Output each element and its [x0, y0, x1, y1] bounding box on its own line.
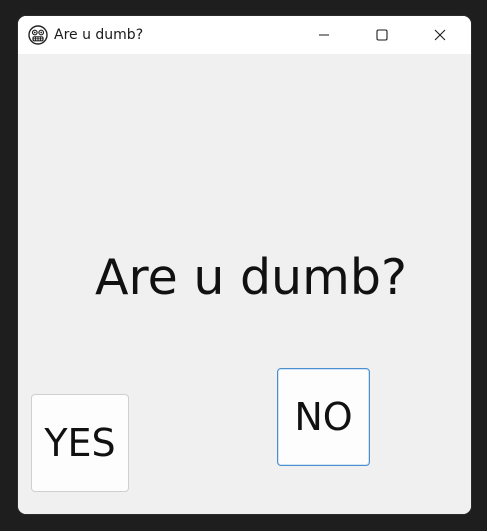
question-label: Are u dumb?	[95, 249, 407, 306]
close-icon	[434, 26, 446, 45]
close-button[interactable]	[411, 16, 469, 54]
grimace-emoji-icon	[28, 25, 48, 45]
maximize-icon	[376, 26, 388, 45]
maximize-button[interactable]	[353, 16, 411, 54]
no-button[interactable]: NO	[277, 368, 370, 466]
window-client-area: Are u dumb? YES NO	[18, 54, 471, 514]
minimize-icon	[318, 26, 330, 45]
app-window: Are u dumb? Are u dumb? YES NO	[18, 16, 471, 514]
yes-button[interactable]: YES	[31, 394, 129, 492]
window-title: Are u dumb?	[54, 27, 144, 43]
title-bar[interactable]: Are u dumb?	[18, 16, 471, 54]
minimize-button[interactable]	[295, 16, 353, 54]
